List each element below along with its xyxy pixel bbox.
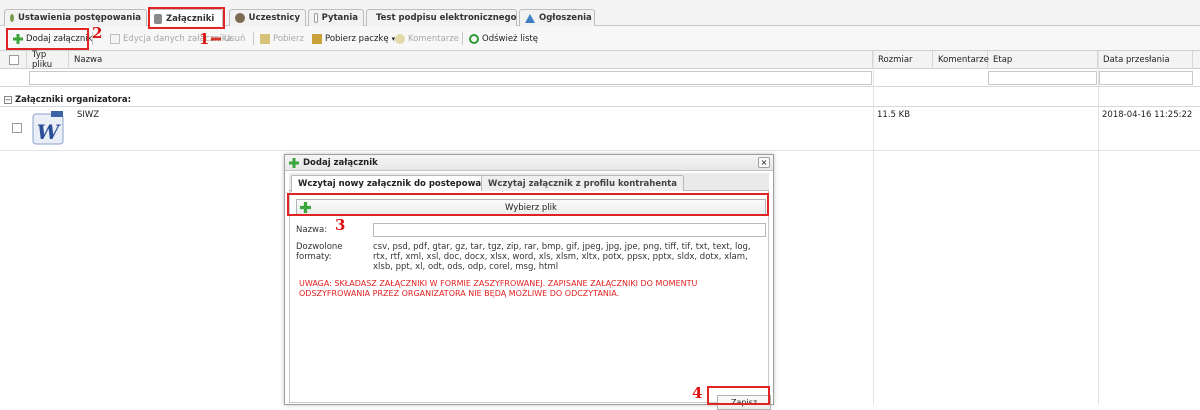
close-icon[interactable]: × — [758, 157, 770, 168]
download-button[interactable]: Pobierz — [260, 31, 304, 46]
encryption-warning: UWAGA: SKŁADASZ ZAŁĄCZNIKI W FORMIE ZASZ… — [299, 279, 698, 298]
column-comments[interactable]: Komentarze — [933, 51, 989, 69]
download-label: Pobierz — [273, 33, 304, 44]
collapse-icon[interactable]: − — [4, 95, 12, 104]
download-package-label: Pobierz paczkę — [325, 33, 389, 44]
toolbar: Dodaj załącznik Edycja danych załącznika… — [0, 26, 1200, 51]
table-row[interactable]: W SIWZ 11.5 KB 2018-04-16 11:25:22 — [0, 107, 1200, 151]
dialog-body: Wybierz plik Nazwa: Dozwolone formaty: c… — [289, 191, 771, 410]
tab-label: Ogłoszenia — [539, 13, 592, 23]
tab-announcements[interactable]: Ogłoszenia — [519, 9, 595, 26]
filter-row — [0, 69, 1200, 87]
package-icon — [312, 33, 322, 44]
name-filter-input[interactable] — [29, 71, 872, 85]
tab-settings[interactable]: Ustawienia postępowania — [4, 9, 147, 26]
download-package-button[interactable]: Pobierz paczkę ▾ — [312, 31, 395, 46]
group-row[interactable]: − Załączniki organizatora: — [0, 93, 1200, 107]
column-file-type[interactable]: Typ pliku — [27, 50, 69, 70]
tab-label: Ustawienia postępowania — [18, 13, 141, 23]
column-size[interactable]: Rozmiar — [873, 51, 933, 69]
date-filter-input[interactable] — [1099, 71, 1193, 85]
tab-upload-from-profile[interactable]: Wczytaj załącznik z profilu kontrahenta — [481, 175, 684, 191]
minus-icon — [211, 34, 221, 44]
formats-label-2: formaty: — [296, 252, 332, 262]
annotation-number: 2 — [92, 24, 103, 42]
refresh-label: Odśwież listę — [482, 33, 538, 44]
toolbar-divider — [253, 32, 254, 45]
select-all-checkbox[interactable] — [9, 55, 19, 65]
users-icon — [235, 13, 245, 23]
allowed-formats: csv, psd, pdf, gtar, gz, tar, tgz, zip, … — [373, 242, 751, 272]
highlight-box — [6, 28, 89, 50]
refresh-icon — [469, 33, 479, 44]
comments-button[interactable]: Komentarze — [395, 31, 459, 46]
dialog-titlebar[interactable]: Dodaj załącznik × — [285, 155, 773, 171]
dialog-tabs: Wczytaj nowy załącznik do postepowania W… — [289, 173, 769, 192]
highlight-box — [287, 193, 769, 216]
add-attachment-dialog: Dodaj załącznik × Wczytaj nowy załącznik… — [284, 154, 774, 410]
file-name[interactable]: SIWZ — [77, 110, 99, 120]
tab-label: Pytania — [321, 13, 358, 23]
tab-label: Uczestnicy — [248, 13, 300, 23]
comments-icon — [395, 33, 405, 44]
question-icon — [314, 13, 318, 23]
tab-upload-new[interactable]: Wczytaj nowy załącznik do postepowania — [291, 175, 503, 192]
plus-icon — [289, 157, 299, 168]
edit-icon — [110, 33, 120, 44]
dialog-title: Dodaj załącznik — [303, 157, 378, 168]
file-size: 11.5 KB — [877, 110, 911, 120]
row-checkbox[interactable] — [12, 123, 22, 133]
download-icon — [260, 33, 270, 44]
word-doc-icon: W — [31, 110, 65, 146]
tab-signature-test[interactable]: Test podpisu elektronicznego — [366, 9, 517, 26]
annotation-number: 4 — [692, 384, 703, 402]
select-all-checkbox-cell[interactable] — [0, 51, 27, 69]
highlight-box — [148, 7, 225, 29]
annotation-number: 3 — [335, 216, 346, 234]
formats-label: Dozwolone — [296, 242, 343, 252]
upload-date: 2018-04-16 11:25:22 — [1102, 110, 1193, 120]
delete-button[interactable]: Usuń — [211, 31, 245, 46]
settings-icon — [10, 14, 15, 22]
stage-filter-input[interactable] — [988, 71, 1097, 85]
group-label: Załączniki organizatora: — [15, 94, 131, 105]
svg-text:W: W — [37, 120, 62, 144]
grid-header: Typ pliku Nazwa Rozmiar Komentarze Etap … — [0, 50, 1200, 70]
column-stage[interactable]: Etap — [988, 51, 1098, 69]
name-label: Nazwa: — [296, 225, 328, 235]
comments-label: Komentarze — [408, 33, 459, 44]
column-name[interactable]: Nazwa — [69, 51, 873, 69]
column-upload-date[interactable]: Data przesłania — [1098, 51, 1193, 69]
toolbar-divider — [462, 32, 463, 45]
tab-label: Test podpisu elektronicznego — [376, 13, 517, 23]
annotation-number: 1 — [199, 30, 210, 48]
announcement-icon — [525, 13, 535, 23]
highlight-box — [707, 386, 770, 405]
delete-label: Usuń — [224, 33, 246, 44]
refresh-list-button[interactable]: Odśwież listę — [469, 31, 538, 46]
tab-questions[interactable]: Pytania — [308, 9, 364, 26]
name-input[interactable] — [373, 223, 766, 237]
tab-participants[interactable]: Uczestnicy — [229, 9, 306, 26]
